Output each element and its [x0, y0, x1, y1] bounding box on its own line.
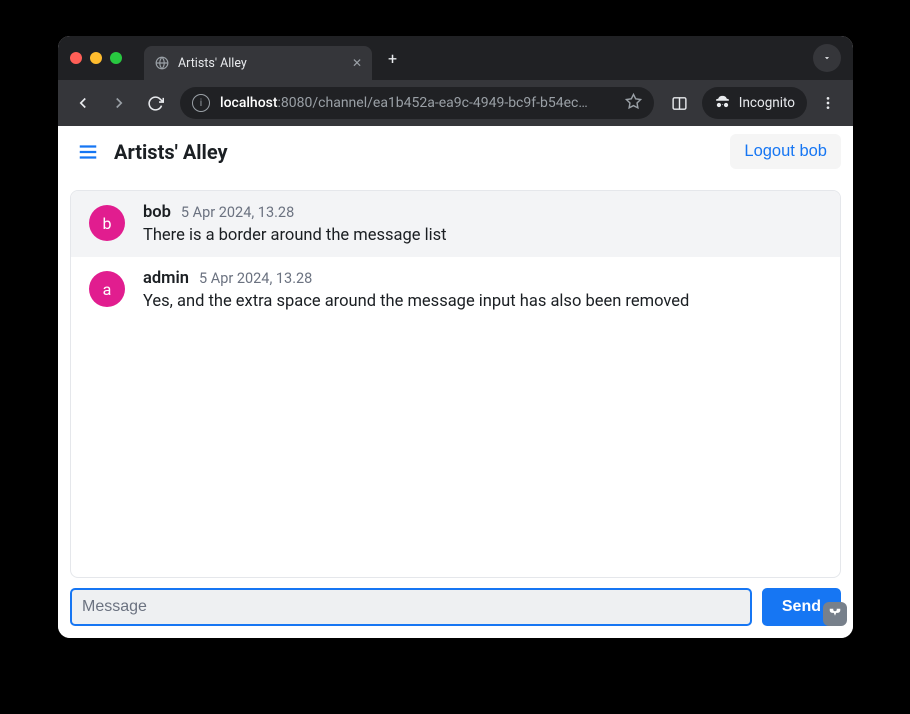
new-tab-button[interactable]: + — [388, 49, 397, 68]
minimize-window-icon[interactable] — [90, 52, 102, 64]
message-body: bob 5 Apr 2024, 13.28 There is a border ar… — [143, 203, 822, 245]
tab-title: Artists' Alley — [178, 56, 352, 71]
app: Artists' Alley Logout bob bbob 5 Apr 2024… — [58, 126, 853, 638]
message-text: Yes, and the extra space around the mess… — [143, 292, 822, 311]
message-input[interactable] — [70, 588, 752, 626]
message-header: bob 5 Apr 2024, 13.28 — [143, 203, 822, 222]
back-button[interactable] — [68, 88, 98, 118]
message-header: admin 5 Apr 2024, 13.28 — [143, 269, 822, 288]
incognito-badge[interactable]: Incognito — [702, 87, 807, 119]
message-timestamp: 5 Apr 2024, 13.28 — [199, 270, 312, 287]
message-list: bbob 5 Apr 2024, 13.28 There is a border a… — [70, 190, 841, 578]
logout-button[interactable]: Logout bob — [730, 134, 841, 169]
incognito-label: Incognito — [739, 95, 795, 111]
message-author: admin — [143, 269, 189, 288]
avatar: a — [89, 271, 125, 307]
maximize-window-icon[interactable] — [110, 52, 122, 64]
main: bbob 5 Apr 2024, 13.28 There is a border a… — [58, 178, 853, 638]
message-row: aadmin 5 Apr 2024, 13.28 Yes, and the extr… — [71, 257, 840, 323]
vaadin-badge-icon[interactable] — [823, 602, 847, 626]
traffic-lights — [70, 52, 122, 64]
panel-icon[interactable] — [664, 87, 696, 119]
browser-menu-button[interactable] — [813, 95, 843, 111]
page-title: Artists' Alley — [114, 140, 228, 164]
menu-icon[interactable] — [70, 134, 106, 170]
app-header: Artists' Alley Logout bob — [58, 126, 853, 178]
url-field[interactable]: i localhost:8080/channel/ea1b452a-ea9c-4… — [180, 87, 654, 119]
browser-tab[interactable]: Artists' Alley ✕ — [144, 46, 372, 80]
close-window-icon[interactable] — [70, 52, 82, 64]
message-row: bbob 5 Apr 2024, 13.28 There is a border a… — [71, 191, 840, 257]
composer: Send — [70, 588, 841, 626]
incognito-icon — [714, 93, 731, 114]
tab-bar: Artists' Alley ✕ + — [58, 36, 853, 80]
bookmark-star-icon[interactable] — [625, 93, 642, 114]
tabs-dropdown-button[interactable] — [813, 44, 841, 72]
message-timestamp: 5 Apr 2024, 13.28 — [181, 204, 294, 221]
message-author: bob — [143, 203, 171, 222]
forward-button[interactable] — [104, 88, 134, 118]
reload-button[interactable] — [140, 88, 170, 118]
close-tab-icon[interactable]: ✕ — [352, 56, 362, 70]
message-text: There is a border around the message lis… — [143, 226, 822, 245]
browser-window: Artists' Alley ✕ + i localhost:8080/chan… — [58, 36, 853, 638]
site-info-icon[interactable]: i — [192, 94, 210, 112]
address-bar: i localhost:8080/channel/ea1b452a-ea9c-4… — [58, 80, 853, 126]
message-body: admin 5 Apr 2024, 13.28 Yes, and the extra… — [143, 269, 822, 311]
url-text: localhost:8080/channel/ea1b452a-ea9c-494… — [220, 95, 617, 111]
globe-icon — [154, 55, 170, 71]
avatar: b — [89, 205, 125, 241]
